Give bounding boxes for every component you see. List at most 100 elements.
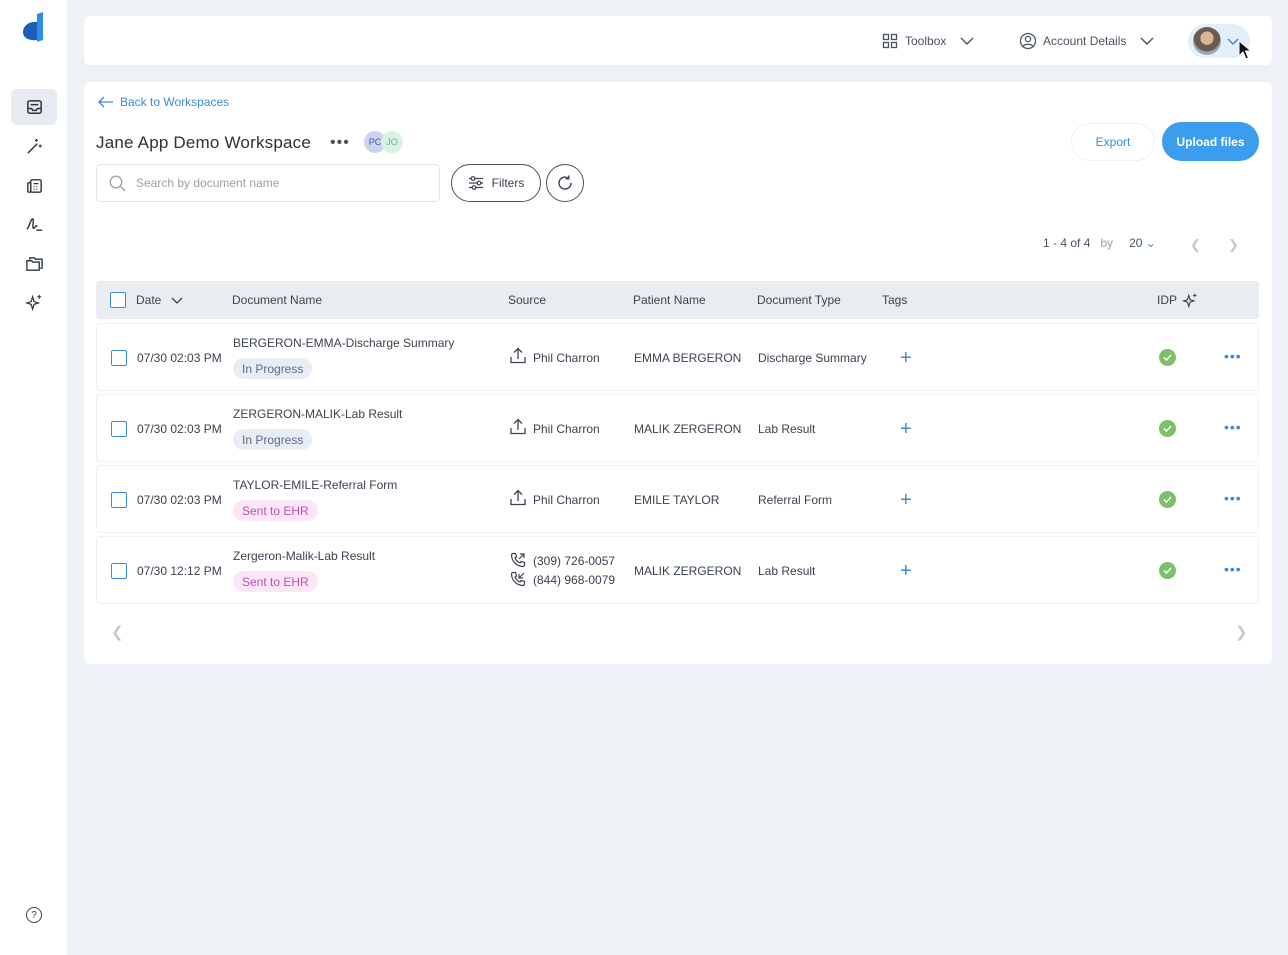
upload-icon [510, 347, 526, 364]
export-button[interactable]: Export [1071, 123, 1155, 161]
column-idp: IDP [1157, 281, 1199, 319]
row-date: 07/30 02:03 PM [137, 351, 222, 365]
row-actions-button[interactable]: ••• [1224, 490, 1242, 506]
sidebar: ? [0, 0, 67, 955]
document-name-link[interactable]: ZERGERON-MALIK-Lab Result [233, 407, 402, 421]
refresh-button[interactable] [546, 164, 584, 202]
add-tag-button[interactable]: + [900, 348, 912, 368]
source-phone: (309) 726-0057 [533, 554, 616, 568]
avatar [1193, 27, 1221, 55]
row-actions-button[interactable]: ••• [1224, 348, 1242, 364]
filters-button[interactable]: Filters [451, 164, 541, 202]
workspace-panel: Back to Workspaces Jane App Demo Workspa… [84, 82, 1272, 664]
scroll-left-icon[interactable]: ❮ [111, 623, 124, 641]
nav-automation[interactable] [11, 128, 57, 164]
document-type: Referral Form [758, 493, 833, 507]
workspace-options-button[interactable]: ••• [330, 134, 350, 152]
row-date: 07/30 02:03 PM [137, 422, 222, 436]
mouse-cursor-icon [1238, 40, 1252, 60]
nav-inbox[interactable] [11, 89, 57, 125]
column-date[interactable]: Date [136, 281, 183, 319]
source-phone: (844) 968-0079 [533, 573, 616, 587]
row-actions-button[interactable]: ••• [1224, 419, 1242, 435]
source-name: Phil Charron [533, 351, 600, 365]
grid-icon [882, 33, 898, 48]
search-box [96, 164, 440, 202]
column-document-name: Document Name [232, 293, 323, 307]
nav-signature[interactable] [11, 206, 57, 242]
folders-icon [25, 256, 43, 271]
select-all-checkbox[interactable] [110, 292, 126, 308]
row-checkbox[interactable] [111, 421, 127, 437]
chevron-down-icon [171, 297, 183, 304]
signature-icon [25, 217, 42, 231]
scroll-right-icon[interactable]: ❯ [1235, 623, 1248, 641]
refresh-icon [558, 175, 572, 190]
inbox-icon [26, 99, 42, 114]
back-to-workspaces-link[interactable]: Back to Workspaces [98, 95, 229, 109]
column-patient-name: Patient Name [633, 293, 706, 307]
patient-name: MALIK ZERGERON [634, 422, 742, 436]
document-name-link[interactable]: TAYLOR-EMILE-Referral Form [233, 478, 397, 492]
patient-name: EMMA BERGERON [634, 351, 742, 365]
help-icon[interactable]: ? [26, 907, 42, 923]
check-circle-icon [1159, 491, 1176, 508]
pagination-by-label: by [1100, 236, 1114, 250]
add-tag-button[interactable]: + [900, 419, 912, 439]
sparkles-icon [24, 294, 41, 311]
row-actions-button[interactable]: ••• [1224, 561, 1242, 577]
nav-ai[interactable] [11, 284, 57, 320]
top-bar: Toolbox Account Details [84, 16, 1272, 65]
page-size-select[interactable]: 20 ⌄ [1129, 236, 1156, 250]
chevron-down-icon [960, 37, 974, 45]
arrow-left-icon [98, 96, 113, 108]
chevron-down-icon [1140, 37, 1154, 45]
member-avatar[interactable]: JO [381, 131, 403, 153]
phone-outgoing-icon [510, 571, 526, 587]
account-details-menu[interactable]: Account Details [1019, 16, 1154, 65]
upload-icon [510, 418, 526, 435]
row-checkbox[interactable] [111, 350, 127, 366]
table-row[interactable]: 07/30 12:12 PM Zergeron-Malik-Lab Result… [96, 536, 1259, 604]
logo-icon[interactable] [21, 12, 47, 42]
column-source: Source [508, 293, 547, 307]
search-input[interactable] [136, 176, 416, 190]
patient-name: MALIK ZERGERON [634, 564, 742, 578]
table-row[interactable]: 07/30 02:03 PM TAYLOR-EMILE-Referral For… [96, 465, 1259, 533]
page-title: Jane App Demo Workspace [96, 133, 312, 152]
add-tag-button[interactable]: + [900, 561, 912, 581]
document-name-link[interactable]: BERGERON-EMMA-Discharge Summary [233, 336, 454, 350]
status-badge: In Progress [233, 358, 313, 379]
row-checkbox[interactable] [111, 563, 127, 579]
row-date: 07/30 02:03 PM [137, 493, 222, 507]
document-type: Discharge Summary [758, 351, 867, 365]
row-checkbox[interactable] [111, 492, 127, 508]
upload-files-button[interactable]: Upload files [1162, 122, 1259, 161]
search-icon [109, 175, 126, 191]
nav-files[interactable] [11, 245, 57, 281]
next-page-icon[interactable]: ❯ [1228, 237, 1239, 253]
patient-name: EMILE TAYLOR [634, 493, 720, 507]
back-label: Back to Workspaces [120, 95, 230, 109]
prev-page-icon[interactable]: ❮ [1190, 237, 1201, 253]
source-name: Phil Charron [533, 493, 600, 507]
status-badge: Sent to EHR [233, 500, 318, 521]
upload-icon [510, 489, 526, 506]
document-name-link[interactable]: Zergeron-Malik-Lab Result [233, 549, 375, 563]
status-badge: In Progress [233, 429, 313, 450]
toolbox-menu[interactable]: Toolbox [882, 16, 974, 65]
filters-label: Filters [491, 176, 525, 190]
table-row[interactable]: 07/30 02:03 PM BERGERON-EMMA-Discharge S… [96, 323, 1259, 391]
column-document-type: Document Type [757, 293, 841, 307]
row-date: 07/30 12:12 PM [137, 564, 222, 578]
sliders-icon [468, 176, 483, 190]
account-details-label: Account Details [1043, 33, 1127, 48]
table-row[interactable]: 07/30 02:03 PM ZERGERON-MALIK-Lab Result… [96, 394, 1259, 462]
document-type: Lab Result [758, 564, 816, 578]
toolbox-label: Toolbox [905, 33, 947, 48]
source-name: Phil Charron [533, 422, 600, 436]
check-circle-icon [1159, 562, 1176, 579]
magic-wand-icon [26, 138, 42, 154]
add-tag-button[interactable]: + [900, 490, 912, 510]
nav-fax[interactable] [11, 167, 57, 203]
